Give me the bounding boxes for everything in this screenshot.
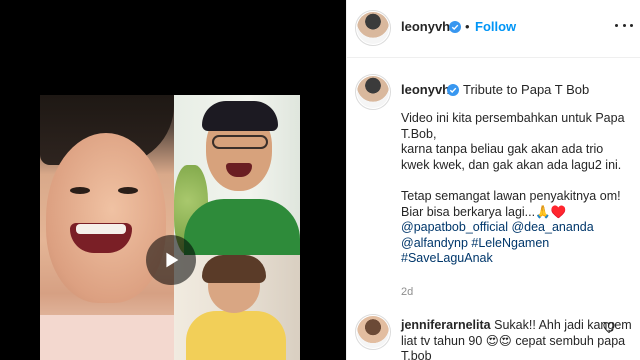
video-tile-woman — [40, 95, 174, 360]
heart-icon[interactable] — [603, 322, 615, 334]
mention-link[interactable]: @dea_ananda — [511, 220, 593, 234]
verified-badge-icon — [447, 84, 459, 96]
caption-avatar[interactable] — [355, 74, 391, 110]
post-header: leonyvh • Follow — [347, 0, 640, 58]
follow-button[interactable]: Follow — [475, 19, 516, 34]
caption-line: Tetap semangat lawan penyakitnya om! Bia… — [401, 188, 621, 219]
more-options-icon[interactable] — [615, 24, 633, 28]
caption-line: karna tanpa beliau gak akan ada trio kwe… — [401, 142, 622, 172]
verified-badge-icon — [449, 21, 461, 33]
comment-text: jenniferarnelita Sukak!! Ahh jadi kangem… — [401, 318, 633, 360]
caption-title: Tribute to Papa T Bob — [463, 82, 590, 97]
caption-username[interactable]: leonyvh — [401, 82, 450, 97]
play-button[interactable] — [146, 235, 196, 285]
play-icon — [166, 252, 179, 268]
separator-dot: • — [465, 19, 470, 34]
video-tile-man — [174, 95, 300, 255]
mention-link[interactable]: @papatbob_official — [401, 220, 508, 234]
caption-text: Video ini kita persembahkan untuk Papa T… — [401, 111, 633, 267]
comment-avatar[interactable] — [355, 314, 391, 350]
mention-link[interactable]: @alfandynp — [401, 236, 468, 250]
hashtag-link[interactable]: #LeleNgamen — [471, 236, 549, 250]
comment-username[interactable]: jenniferarnelita — [401, 318, 491, 332]
hashtag-link[interactable]: #SaveLaguAnak — [401, 251, 493, 265]
caption-line: Video ini kita persembahkan untuk Papa T… — [401, 111, 625, 141]
avatar[interactable] — [355, 10, 391, 46]
post-age[interactable]: 2d — [401, 286, 413, 298]
header-username[interactable]: leonyvh — [401, 19, 450, 34]
video-player[interactable] — [0, 0, 346, 360]
video-frame — [40, 95, 300, 360]
post-sidebar: leonyvh • Follow leonyvh Tribute to Papa… — [346, 0, 640, 360]
